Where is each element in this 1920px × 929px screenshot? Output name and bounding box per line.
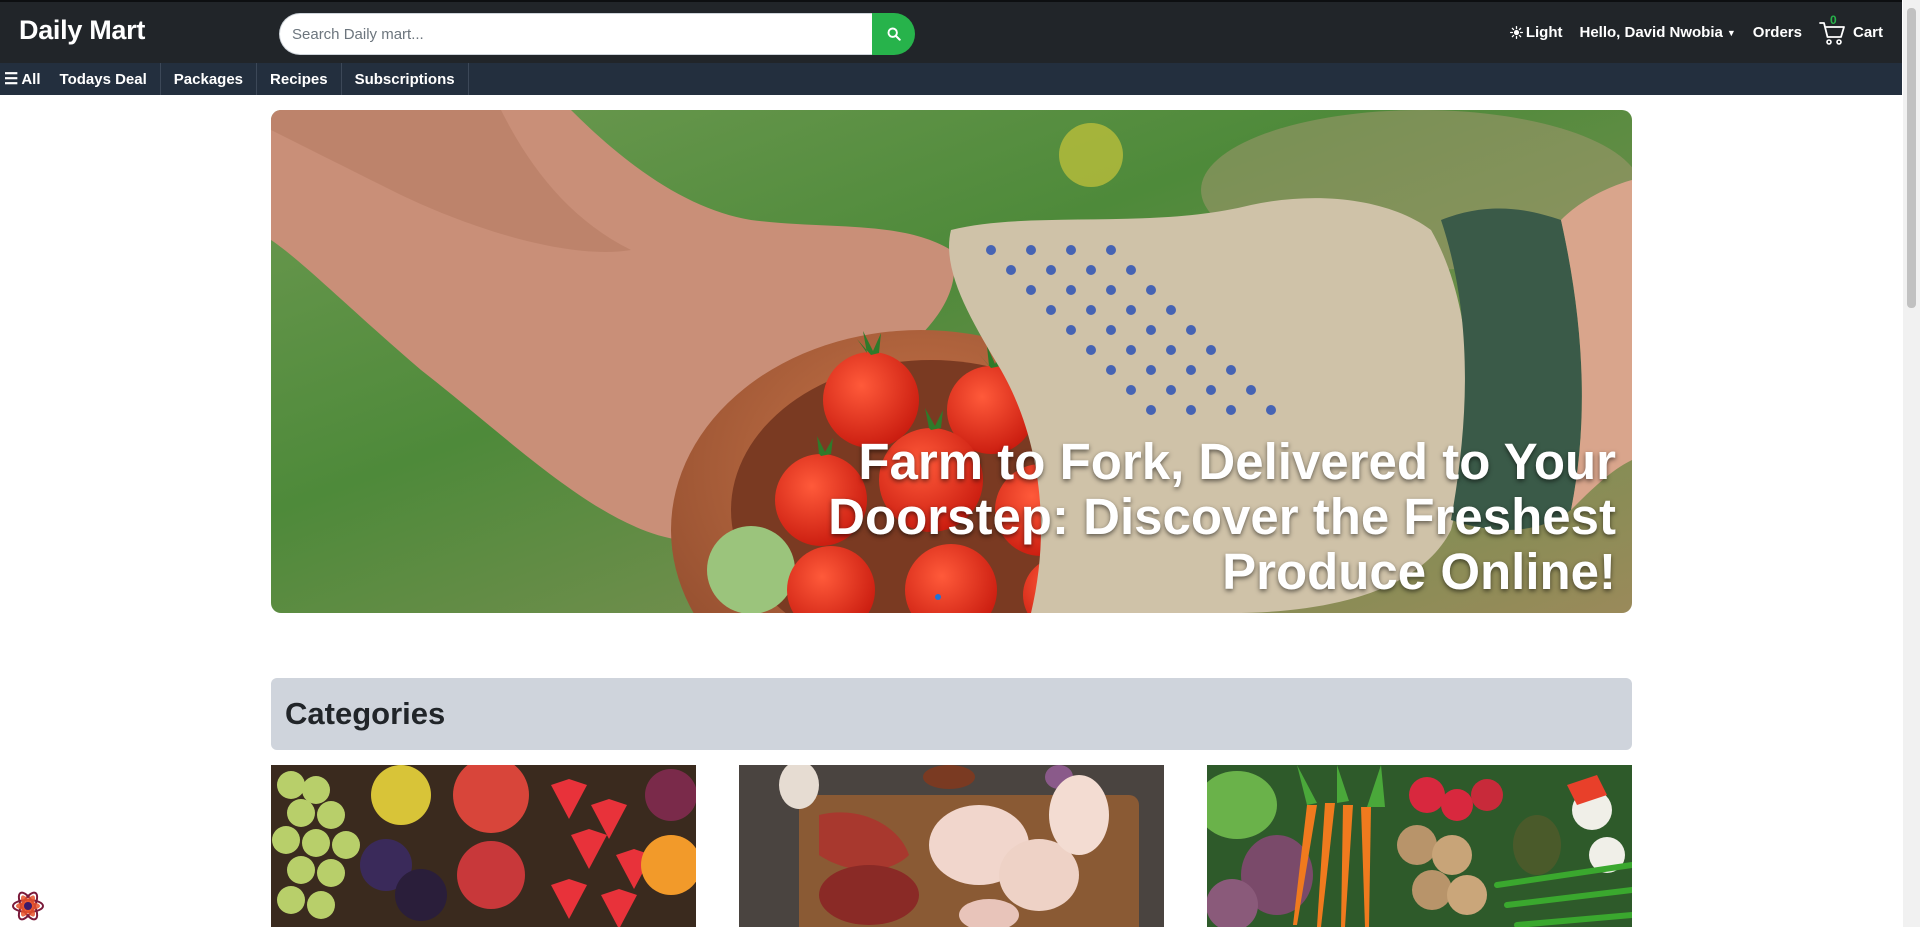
category-card-vegetables[interactable] xyxy=(1207,765,1632,927)
hamburger-icon: ☰ xyxy=(4,71,19,88)
nav-item-subscriptions[interactable]: Subscriptions xyxy=(342,63,469,95)
vegetables-image xyxy=(1207,765,1632,927)
header-actions: Light Hello, David Nwobia ▼ Orders 0 Car… xyxy=(1493,2,1883,63)
orders-link[interactable]: Orders xyxy=(1753,24,1802,41)
nav-item-todays-deal[interactable]: Todays Deal xyxy=(47,63,161,95)
fruits-image xyxy=(271,765,696,927)
category-card-fruits[interactable] xyxy=(271,765,696,927)
search-bar xyxy=(279,13,915,55)
cart-label: Cart xyxy=(1852,24,1883,41)
carousel-indicator[interactable] xyxy=(935,594,941,600)
account-dropdown[interactable]: Hello, David Nwobia ▼ xyxy=(1580,24,1736,41)
search-button[interactable] xyxy=(872,13,915,55)
top-header: Daily Mart Light Hello, David xyxy=(0,0,1902,63)
category-card-meat[interactable] xyxy=(739,765,1164,927)
search-icon xyxy=(887,27,901,41)
hero-banner[interactable]: Farm to Fork, Delivered to Your Doorstep… xyxy=(271,110,1632,613)
cart-icon-wrap: 0 xyxy=(1819,13,1847,47)
category-nav: ☰ All Todays Deal Packages Recipes Subsc… xyxy=(0,63,1902,95)
scrollbar-thumb[interactable] xyxy=(1907,8,1916,308)
react-devtools-badge[interactable] xyxy=(10,888,46,924)
caret-down-icon: ▼ xyxy=(1726,27,1736,38)
categories-title: Categories xyxy=(285,696,446,731)
react-logo-icon xyxy=(12,891,44,921)
meat-image xyxy=(739,765,1164,927)
cart-link[interactable]: 0 Cart xyxy=(1819,13,1883,47)
theme-label: Light xyxy=(1525,24,1563,41)
sun-icon xyxy=(1509,26,1523,39)
cart-count-badge: 0 xyxy=(1829,12,1837,27)
nav-all-label: All xyxy=(21,70,41,88)
nav-item-recipes[interactable]: Recipes xyxy=(257,63,342,95)
brand-logo[interactable]: Daily Mart xyxy=(19,15,145,46)
hero-caption: Farm to Fork, Delivered to Your Doorstep… xyxy=(828,433,1616,600)
search-input[interactable] xyxy=(279,13,872,55)
vertical-scrollbar[interactable] xyxy=(1903,0,1920,927)
nav-item-packages[interactable]: Packages xyxy=(161,63,258,95)
greeting-text: Hello, David Nwobia xyxy=(1579,24,1723,41)
nav-all-menu[interactable]: ☰ All xyxy=(0,63,47,95)
categories-header: Categories xyxy=(271,678,1632,750)
theme-toggle[interactable]: Light xyxy=(1509,24,1563,41)
